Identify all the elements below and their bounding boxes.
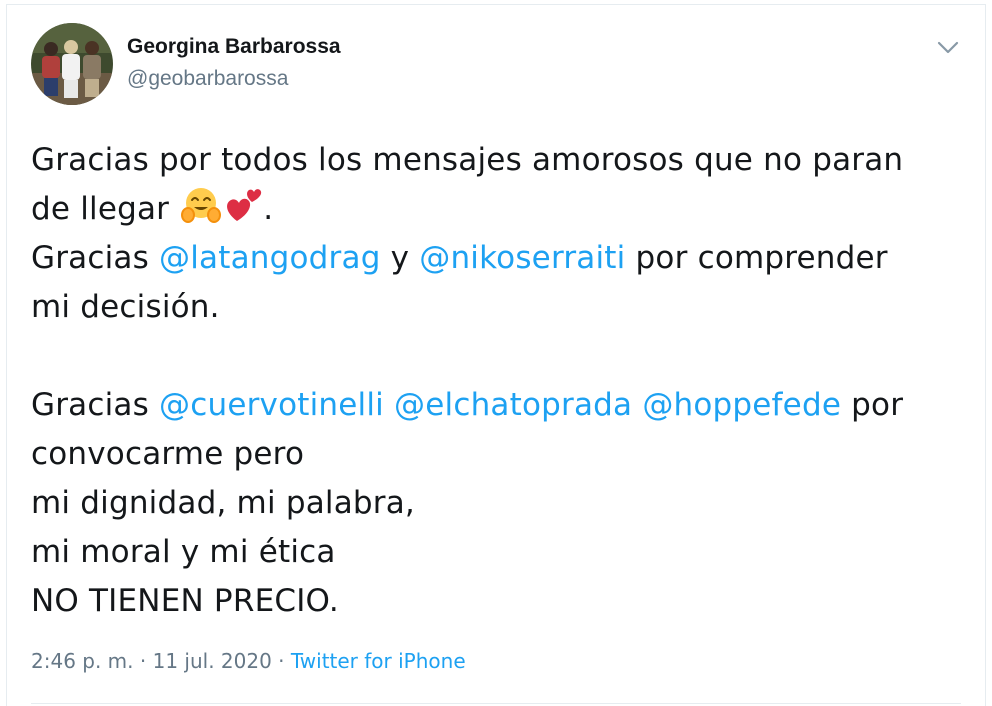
tweet-text-span: mi dignidad, mi palabra,: [31, 485, 415, 521]
tweet-line: Gracias @cuervotinelli @elchatoprada @ho…: [31, 381, 971, 430]
mention-link-elchatoprada[interactable]: @elchatoprada: [394, 387, 632, 423]
tweet-metadata: 2:46 p. m. · 11 jul. 2020 · Twitter for …: [31, 649, 466, 673]
tweet-line: convocarme pero: [31, 430, 971, 479]
hugging-face-emoji: [179, 185, 223, 240]
mention-link-nikoserraiti[interactable]: @nikoserraiti: [419, 240, 625, 276]
tweet-text: Gracias por todos los mensajes amorosos …: [31, 136, 971, 626]
divider: [31, 703, 961, 704]
tweet-line: NO TIENEN PRECIO.: [31, 577, 971, 626]
mention-link-hoppefede[interactable]: @hoppefede: [642, 387, 841, 423]
tweet-text-span: .: [263, 191, 274, 227]
tweet-text-span: Gracias por todos los mensajes amorosos …: [31, 142, 904, 178]
tweet-text-span: mi decisión.: [31, 289, 220, 325]
tweet-line: mi dignidad, mi palabra,: [31, 479, 971, 528]
display-name[interactable]: Georgina Barbarossa: [127, 35, 341, 59]
tweet-text-span: [384, 387, 394, 423]
timestamp[interactable]: 2:46 p. m. · 11 jul. 2020 ·: [31, 649, 291, 673]
tweet-line: Gracias por todos los mensajes amorosos …: [31, 136, 971, 185]
tweet-text-span: por comprender: [625, 240, 888, 276]
tweet-text-span: [632, 387, 642, 423]
tweet-text-span: por: [841, 387, 904, 423]
avatar[interactable]: [31, 23, 113, 105]
tweet-line: mi moral y mi ética: [31, 528, 971, 577]
tweet-text-span: Gracias: [31, 387, 160, 423]
tweet-text-span: convocarme pero: [31, 436, 305, 472]
tweet-line: de llegar .: [31, 185, 971, 234]
two-hearts-emoji: [223, 185, 263, 240]
tweet-text-span: mi moral y mi ética: [31, 534, 336, 570]
tweet-line: Gracias @latangodrag y @nikoserraiti por…: [31, 234, 971, 283]
tweet-text-span: y: [380, 240, 420, 276]
tweet-card: Georgina Barbarossa @geobarbarossa Graci…: [6, 4, 986, 706]
chevron-down-icon[interactable]: [933, 35, 963, 61]
mention-link-latangodrag[interactable]: @latangodrag: [159, 240, 381, 276]
source-link[interactable]: Twitter for iPhone: [291, 649, 466, 673]
tweet-line: mi decisión.: [31, 283, 971, 332]
tweet-text-span: Gracias: [31, 240, 160, 276]
user-handle[interactable]: @geobarbarossa: [127, 67, 288, 91]
mention-link-cuervotinelli[interactable]: @cuervotinelli: [159, 387, 384, 423]
tweet-text-span: NO TIENEN PRECIO.: [31, 583, 339, 619]
tweet-text-span: de llegar: [31, 191, 170, 227]
